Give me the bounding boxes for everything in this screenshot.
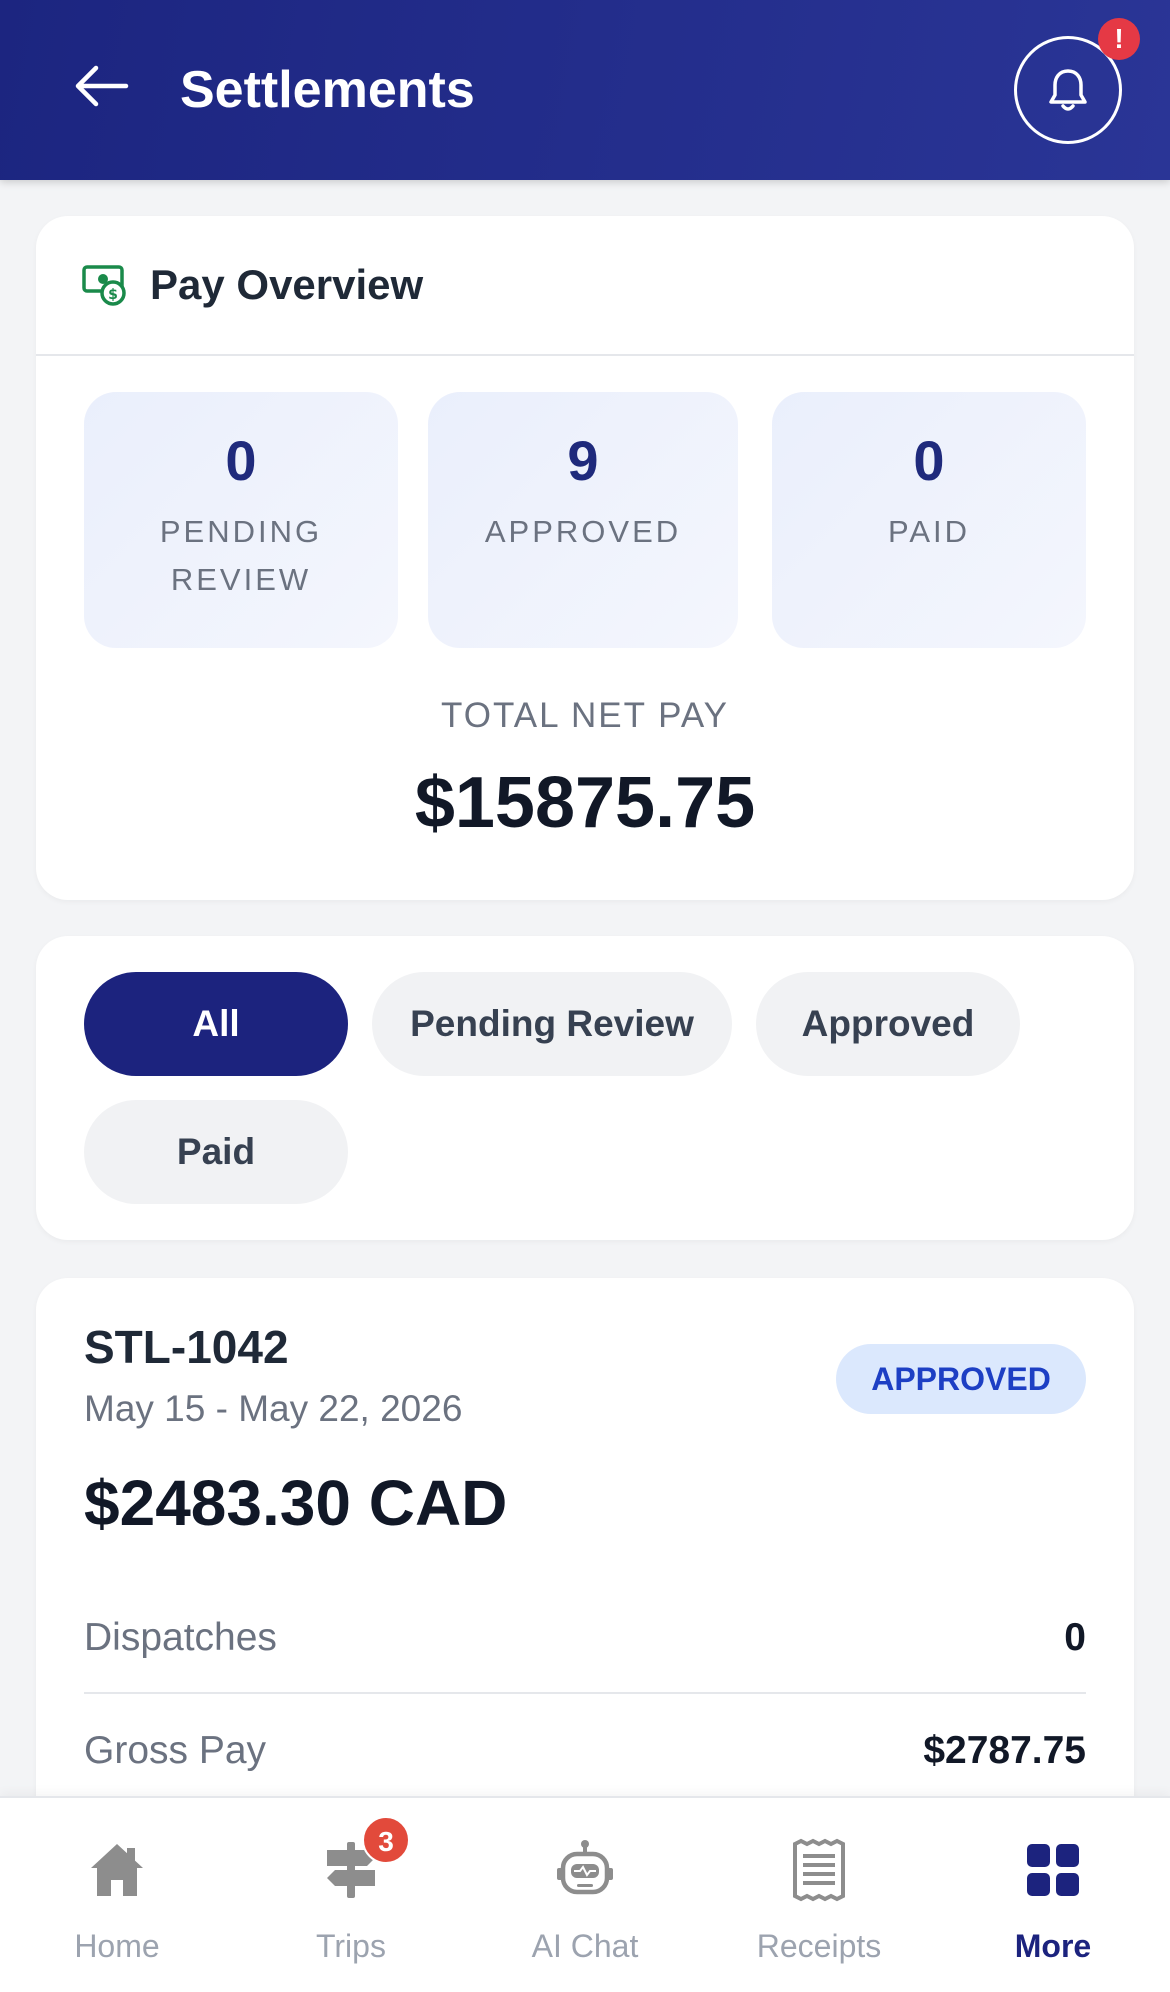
settlement-amount: $2483.30 CAD <box>84 1467 508 1539</box>
status-badge: APPROVED <box>836 1344 1086 1414</box>
nav-item-receipts[interactable]: Receipts <box>702 1798 936 1992</box>
app-header: Settlements ! <box>0 0 1170 180</box>
nav-label: Trips <box>316 1928 386 1964</box>
stats-row: 0 PENDING REVIEW 9 APPROVED 0 PAID <box>84 392 1086 648</box>
detail-value: $2787.75 <box>923 1729 1086 1772</box>
filter-chip-pending-review[interactable]: Pending Review <box>372 972 732 1076</box>
nav-item-trips[interactable]: 3 Trips <box>234 1798 468 1992</box>
bottom-nav: Home 3 Trips AI Chat Receipts More <box>0 1796 1170 1992</box>
notification-alert-badge: ! <box>1098 18 1140 60</box>
back-button[interactable] <box>68 58 138 114</box>
settlement-id: STL-1042 <box>84 1321 289 1373</box>
grid-icon <box>1027 1844 1079 1896</box>
stat-label: PENDING REVIEW <box>159 514 323 597</box>
nav-item-ai-chat[interactable]: AI Chat <box>468 1798 702 1992</box>
nav-label: Receipts <box>756 1928 882 1964</box>
money-icon: $ <box>82 265 126 306</box>
stat-value: 0 <box>913 429 945 492</box>
settlement-dates: May 15 - May 22, 2026 <box>84 1388 463 1429</box>
bell-icon <box>1049 69 1087 111</box>
detail-row-gross-pay: Gross Pay $2787.75 <box>84 1696 1086 1806</box>
pay-overview-title: Pay Overview <box>150 261 424 308</box>
svg-text:$: $ <box>108 287 118 303</box>
filter-chip-all[interactable]: All <box>84 972 348 1076</box>
receipt-icon <box>793 1838 845 1902</box>
trips-count-badge: 3 <box>362 1816 410 1864</box>
nav-label: Home <box>74 1928 160 1964</box>
stat-label: PAID <box>887 514 971 549</box>
filter-chip-approved[interactable]: Approved <box>756 972 1020 1076</box>
stat-paid[interactable]: 0 PAID <box>772 392 1086 648</box>
detail-value: 0 <box>1064 1616 1086 1659</box>
nav-item-home[interactable]: Home <box>0 1798 234 1992</box>
stat-value: 9 <box>567 429 599 492</box>
stat-value: 0 <box>225 429 257 492</box>
nav-item-more[interactable]: More <box>936 1798 1170 1992</box>
nav-label: More <box>1014 1928 1092 1964</box>
total-net-pay-label: TOTAL NET PAY <box>441 696 729 735</box>
filter-card: All Pending Review Approved Paid <box>36 936 1134 1240</box>
total-net-pay-value: $15875.75 <box>414 763 756 843</box>
stat-pending-review[interactable]: 0 PENDING REVIEW <box>84 392 398 648</box>
filter-chip-paid[interactable]: Paid <box>84 1100 348 1204</box>
detail-label: Dispatches <box>84 1616 277 1659</box>
pay-overview-card: $ Pay Overview 0 PENDING REVIEW 9 APPROV… <box>36 216 1134 900</box>
home-icon <box>91 1844 143 1896</box>
pay-overview-header: $ Pay Overview <box>36 216 1134 356</box>
detail-label: Gross Pay <box>84 1729 267 1772</box>
stat-label: APPROVED <box>484 514 682 549</box>
stat-approved[interactable]: 9 APPROVED <box>428 392 738 648</box>
nav-label: AI Chat <box>531 1928 639 1964</box>
robot-icon <box>557 1840 613 1895</box>
arrow-left-icon <box>75 65 129 107</box>
page-title: Settlements <box>180 61 475 119</box>
detail-row-dispatches: Dispatches 0 <box>84 1584 1086 1694</box>
